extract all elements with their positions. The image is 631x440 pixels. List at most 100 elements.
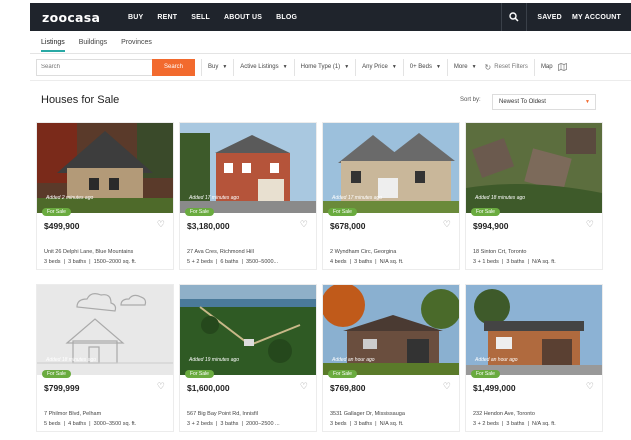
nav-my-account[interactable]: MY ACCOUNT [572, 14, 621, 21]
map-toggle[interactable]: Map [541, 63, 567, 71]
page-title: Houses for Sale [41, 94, 120, 106]
divider [355, 58, 357, 76]
listing-specs: 3 beds | 3 baths | N/A sq. ft. [330, 421, 404, 427]
beds-filter[interactable]: 0+ Beds ▼ [410, 64, 441, 70]
listings-filter[interactable]: Active Listings ▼ [240, 64, 287, 70]
caret-down-icon: ▼ [435, 64, 441, 70]
search-button[interactable]: Search [152, 58, 195, 76]
listing-price: $994,900 [473, 221, 509, 231]
nav-buy[interactable]: BUY [128, 14, 143, 21]
price-filter-label: Any Price [362, 64, 388, 70]
sqft: 2000–2500 ... [245, 421, 280, 427]
added-time: Added 2 minutes ago [46, 195, 94, 201]
listings-filter-label: Active Listings [240, 64, 279, 70]
sqft: 3000–3500 sq. ft. [93, 421, 137, 427]
tab-buildings[interactable]: Buildings [79, 39, 107, 52]
beds-filter-label: 0+ Beds [409, 64, 432, 70]
sort-label: Sort by: [460, 97, 481, 103]
listing-specs: 3 beds | 3 baths | 1500–2000 sq. ft. [44, 259, 137, 265]
price-filter[interactable]: Any Price ▼ [362, 64, 397, 70]
sqft: N/A sq. ft. [531, 421, 556, 427]
beds: 3 beds [330, 421, 347, 427]
heart-icon[interactable]: ♡ [443, 219, 451, 230]
listing-card[interactable]: Added 19 minutes ago For Sale $1,600,000… [179, 284, 317, 432]
caret-down-icon: ▼ [222, 64, 228, 70]
buy-filter[interactable]: Buy ▼ [208, 64, 227, 70]
tab-listings[interactable]: Listings [41, 39, 65, 52]
heart-icon[interactable]: ♡ [300, 219, 308, 230]
listing-address[interactable]: 3531 Gallager Dr, Mississauga [330, 411, 405, 417]
listing-address[interactable]: 232 Hendon Ave, Toronto [473, 411, 535, 417]
heart-icon[interactable]: ♡ [157, 219, 165, 230]
added-time: Added 19 minutes ago [189, 357, 240, 363]
nav-saved[interactable]: SAVED [537, 14, 562, 21]
more-filter-label: More [453, 64, 468, 70]
zoocasa-logo[interactable]: zoocasa [42, 10, 114, 25]
listing-price: $1,600,000 [187, 383, 230, 393]
caret-down-icon: ▼ [344, 64, 350, 70]
tab-provinces[interactable]: Provinces [121, 39, 152, 52]
reset-filters-label: Reset Filters [494, 64, 528, 70]
status-badge: For Sale [328, 208, 357, 216]
listing-address[interactable]: 7 Philmor Blvd, Pelham [44, 411, 101, 417]
nav-rent[interactable]: RENT [157, 14, 177, 21]
listing-card[interactable]: Added 17 minutes ago For Sale $678,000 ♡… [322, 122, 460, 270]
heart-icon[interactable]: ♡ [157, 381, 165, 392]
listing-address[interactable]: Unit 26 Delphi Lane, Blue Mountains [44, 249, 133, 255]
added-time: Added an hour ago [475, 357, 518, 363]
home-type-filter-label: Home Type (1) [300, 64, 341, 70]
baths: 3 baths [506, 421, 525, 427]
heart-icon[interactable]: ♡ [443, 381, 451, 392]
sqft: 1500–2000 sq. ft. [93, 259, 137, 265]
divider [30, 80, 631, 81]
divider [446, 58, 448, 76]
sort-select[interactable]: Newest To Oldest ▼ [492, 94, 596, 110]
nav-about-us[interactable]: ABOUT US [224, 14, 262, 21]
sqft: N/A sq. ft. [379, 259, 404, 265]
reset-filters-button[interactable]: ↻ Reset Filters [485, 63, 528, 72]
listing-card[interactable]: Added an hour ago For Sale $769,800 ♡ 35… [322, 284, 460, 432]
caret-down-icon: ▼ [585, 99, 590, 105]
baths: 4 baths [68, 421, 87, 427]
status-badge: For Sale [471, 208, 500, 216]
sqft: N/A sq. ft. [531, 259, 556, 265]
search-icon[interactable] [501, 3, 528, 31]
added-time: Added 17 minutes ago [332, 195, 383, 201]
status-badge: For Sale [328, 370, 357, 378]
listing-specs: 3 + 1 beds | 3 baths | N/A sq. ft. [473, 259, 556, 265]
listing-card[interactable]: Added 2 minutes ago For Sale $499,900 ♡ … [36, 122, 174, 270]
listing-address[interactable]: 567 Big Bay Point Rd, Innisfil [187, 411, 258, 417]
heart-icon[interactable]: ♡ [586, 381, 594, 392]
search-input[interactable] [36, 58, 152, 76]
listing-price: $1,499,000 [473, 383, 516, 393]
divider [293, 58, 295, 76]
sqft: 3500–5000... [245, 259, 279, 265]
heart-icon[interactable]: ♡ [300, 381, 308, 392]
listing-specs: 4 beds | 3 baths | N/A sq. ft. [330, 259, 404, 265]
listing-card[interactable]: Added 18 minutes ago For Sale $994,900 ♡… [465, 122, 603, 270]
divider [533, 58, 535, 76]
listing-card[interactable]: Added 17 minutes ago For Sale $3,180,000… [179, 122, 317, 270]
more-filter[interactable]: More ▼ [454, 64, 477, 70]
status-badge: For Sale [185, 370, 214, 378]
baths: 6 baths [220, 259, 239, 265]
map-label: Map [540, 64, 553, 70]
beds: 3 + 2 beds [473, 421, 499, 427]
listing-card[interactable]: Added 18 minutes ago For Sale $799,999 ♡… [36, 284, 174, 432]
beds: 5 + 2 beds [187, 259, 213, 265]
reset-icon: ↻ [484, 62, 492, 72]
listing-address[interactable]: 27 Ava Cres, Richmond Hill [187, 249, 254, 255]
status-badge: For Sale [185, 208, 214, 216]
listing-card[interactable]: Added an hour ago For Sale $1,499,000 ♡ … [465, 284, 603, 432]
nav-right: SAVED MY ACCOUNT [501, 3, 631, 31]
listing-address[interactable]: 18 Sinton Crt, Toronto [473, 249, 526, 255]
beds: 4 beds [330, 259, 347, 265]
baths: 3 baths [220, 421, 239, 427]
listing-address[interactable]: 2 Wyndham Circ, Georgina [330, 249, 396, 255]
baths: 3 baths [506, 259, 525, 265]
heart-icon[interactable]: ♡ [586, 219, 594, 230]
filter-bar: Search Buy▼ Active Listings▼ Home Type (… [36, 58, 631, 76]
nav-sell[interactable]: SELL [191, 14, 210, 21]
nav-blog[interactable]: BLOG [276, 14, 297, 21]
home-type-filter[interactable]: Home Type (1) ▼ [301, 64, 350, 70]
